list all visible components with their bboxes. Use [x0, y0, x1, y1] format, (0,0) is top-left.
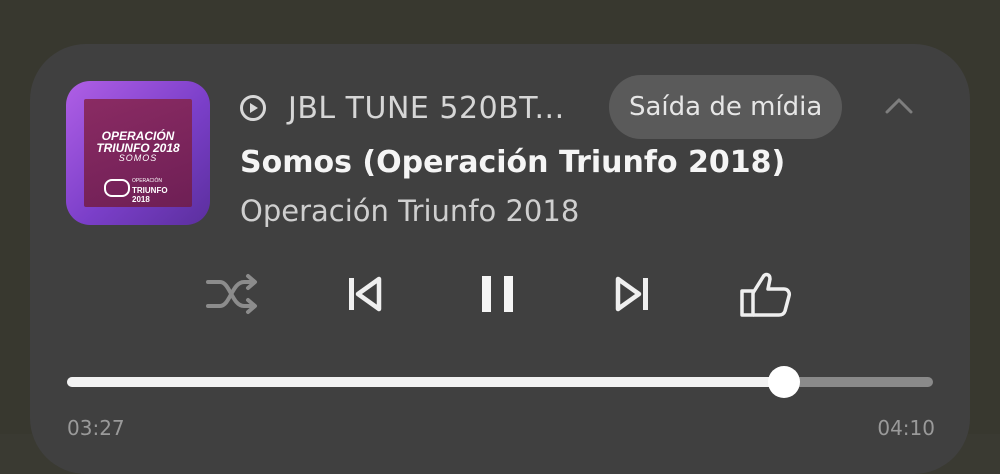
shuffle-button[interactable]	[200, 268, 264, 320]
previous-button[interactable]	[333, 268, 397, 320]
progress-bar[interactable]	[67, 366, 933, 398]
album-art-logo-line3: 2018	[132, 195, 150, 204]
media-output-button[interactable]: Saída de mídia	[609, 75, 843, 139]
next-button[interactable]	[600, 268, 664, 320]
collapse-button[interactable]	[881, 90, 917, 120]
progress-fill	[67, 377, 785, 387]
ot-logo-icon	[104, 179, 130, 197]
shuffle-icon	[206, 274, 257, 314]
album-art-logo-text: OPERACIÓN TRIUNFO 2018	[132, 177, 168, 204]
album-art-text-line3: SOMOS	[118, 153, 158, 163]
album-art-logo-line1: OPERACIÓN	[132, 178, 163, 184]
media-player-card: OPERACIÓN TRIUNFO 2018 SOMOS OPERACIÓN T…	[30, 44, 970, 474]
album-art-logo-line2: TRIUNFO	[132, 186, 168, 195]
output-device-row[interactable]: JBL TUNE 520BT...	[240, 90, 565, 126]
chevron-up-icon	[885, 98, 913, 114]
pause-button[interactable]	[466, 268, 530, 320]
play-circle-icon	[240, 95, 266, 121]
like-button[interactable]	[734, 268, 798, 320]
next-icon	[615, 276, 648, 312]
song-title: Somos (Operación Triunfo 2018)	[240, 145, 786, 180]
device-name: JBL TUNE 520BT...	[288, 90, 565, 126]
total-time: 04:10	[877, 416, 935, 440]
album-art[interactable]: OPERACIÓN TRIUNFO 2018 SOMOS OPERACIÓN T…	[66, 81, 210, 225]
elapsed-time: 03:27	[67, 416, 125, 440]
artist-name: Operación Triunfo 2018	[240, 194, 580, 228]
thumbs-up-icon	[740, 272, 791, 317]
pause-icon	[482, 276, 513, 312]
previous-icon	[349, 276, 382, 312]
progress-thumb[interactable]	[768, 366, 801, 398]
